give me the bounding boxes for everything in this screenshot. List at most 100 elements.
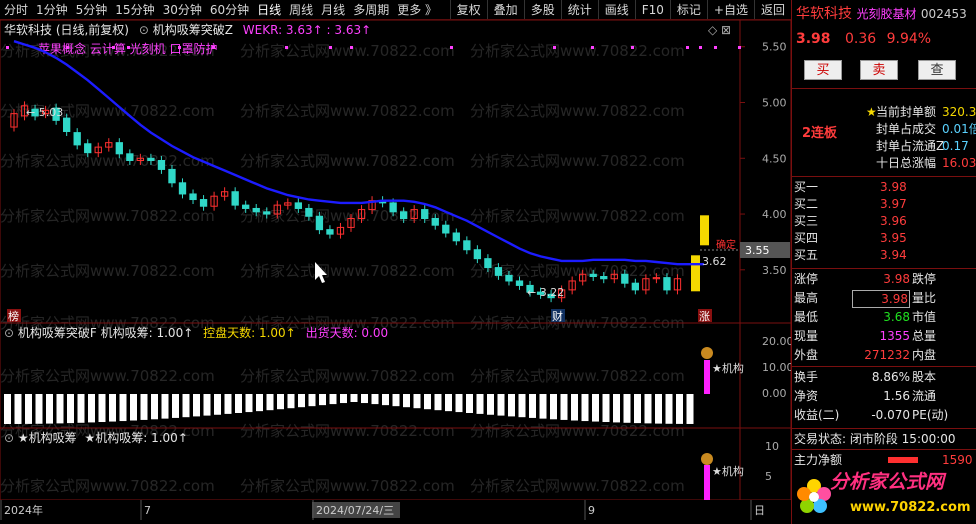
flower-logo-icon — [797, 479, 831, 513]
sub1-bar — [602, 394, 610, 423]
y-tick-label: 4.50 — [762, 152, 787, 165]
sub1-bar — [46, 394, 53, 424]
current-price-label: 3.62 — [702, 255, 727, 268]
stat-label: 外盘 — [794, 348, 819, 362]
sub1-name[interactable]: 机构吸筹突破F — [18, 326, 97, 340]
signal-dot — [738, 46, 741, 49]
candle-body — [421, 209, 429, 219]
stock-name: 华软科技 — [796, 6, 852, 22]
trade-status: 交易状态: 闭市阶段 15:00:00 — [794, 432, 956, 446]
sub1-bar — [88, 394, 95, 423]
query-button[interactable]: 查 — [918, 60, 956, 80]
sub1-bar — [392, 394, 400, 407]
candle-body — [189, 193, 197, 201]
sub1-signal-label: ★机构 — [712, 361, 744, 375]
sub2-header: ⊙ ★机构吸筹 ★机构吸筹: 1.00↑ — [4, 430, 188, 446]
low-price-label: ← 3.22 — [527, 286, 564, 299]
buy-button[interactable]: 买 — [804, 60, 842, 80]
sub1-bar — [665, 394, 673, 424]
sub1-bar — [403, 394, 410, 408]
annotation-label: 榜 — [8, 309, 19, 323]
sub1-bar — [319, 394, 326, 406]
signal-dot — [112, 46, 115, 49]
candle-body — [252, 207, 260, 213]
stat-label: 跌停 — [912, 272, 937, 286]
stat-label: PE(动) — [912, 408, 949, 422]
sub1-bar — [592, 394, 599, 422]
candle-body — [305, 207, 313, 217]
sub1-bar — [235, 394, 242, 413]
sub1-bar — [277, 394, 284, 410]
sub2-collapse-icon[interactable]: ⊙ — [4, 431, 14, 445]
seal-label: 封单占流通Z — [876, 139, 945, 153]
sub1-bar — [413, 394, 421, 409]
sub1-bar — [581, 394, 589, 422]
sub1-bar — [182, 394, 190, 418]
x-axis-label: 2024年 — [4, 503, 43, 517]
signal-dot — [631, 46, 634, 49]
bid-price: 3.96 — [880, 214, 907, 228]
sub1-bar — [266, 394, 274, 411]
sub1-bar — [287, 394, 295, 409]
stat-label: 流通 — [912, 389, 937, 403]
stat-value: 1355 — [879, 329, 910, 343]
candle-body — [84, 143, 92, 154]
sub1-bar — [119, 394, 127, 422]
main-net-value: 1590 — [942, 453, 973, 467]
sell-button[interactable]: 卖 — [860, 60, 898, 80]
signal-short-label: 确定 — [716, 238, 736, 251]
seal-label: 封单占成交 — [876, 122, 937, 136]
sub1-bar — [508, 394, 515, 417]
sub2-signal-bar — [704, 465, 710, 500]
seal-value: 0.01倍 — [942, 122, 976, 136]
sub1-v1: 机构吸筹: 1.00↑ — [100, 326, 194, 340]
sub1-bar — [151, 394, 158, 420]
sub1-bar — [686, 394, 694, 424]
sub1-bar — [382, 394, 389, 406]
seal-label: 当前封单额 — [876, 105, 937, 119]
candle-body — [631, 282, 640, 291]
candle-body — [326, 229, 334, 235]
sub1-bar — [424, 394, 431, 410]
seal-label: 十日总涨幅 — [876, 156, 937, 170]
sub1-v2: 控盘天数: 1.00↑ — [203, 326, 296, 340]
sub2-v1: ★机构吸筹: 1.00↑ — [84, 431, 188, 445]
stock-tag[interactable]: 光刻胶基材 — [856, 7, 916, 21]
sub1-collapse-icon[interactable]: ⊙ — [4, 326, 14, 340]
logo-area: 分析家公式网 www.70822.com — [792, 470, 976, 524]
sub1-bar — [245, 394, 253, 413]
candle-body — [399, 211, 408, 220]
candle-body — [452, 232, 460, 242]
sub1-signal-bar — [704, 360, 710, 394]
signal-dot — [66, 46, 69, 49]
sub1-v3: 出货天数: 0.00 — [305, 326, 389, 340]
main-net-bar — [888, 457, 918, 463]
y-tick-label: 5.50 — [762, 41, 787, 54]
sub1-bar — [623, 394, 631, 423]
seal-value: 320.3 — [942, 105, 976, 119]
star-icon: ★ — [866, 105, 877, 119]
sub1-y-tick: 0.00 — [762, 387, 787, 400]
stat-value: 3.98 — [852, 290, 910, 308]
sub1-bar — [25, 394, 32, 424]
candle-body — [242, 204, 250, 209]
signal-dot — [350, 46, 353, 49]
sub1-bar — [340, 394, 347, 404]
signal-dot — [699, 46, 702, 49]
stat-label: 量比 — [912, 291, 937, 305]
seal-value: 16.03 — [942, 156, 976, 170]
bid-price: 3.98 — [880, 180, 907, 194]
sub2-y-tick: 5 — [765, 470, 772, 483]
sub1-bar — [571, 394, 578, 421]
candle-body — [473, 249, 482, 260]
candle-body — [178, 182, 187, 195]
sub1-bar — [172, 394, 179, 418]
stat-label: 现量 — [794, 329, 819, 343]
sub1-bar — [56, 394, 64, 424]
signal-dot — [329, 46, 332, 49]
stat-label: 股本 — [912, 370, 937, 384]
candle-body — [231, 191, 239, 206]
mouse-cursor-icon — [315, 262, 327, 283]
sub1-bar — [98, 394, 106, 423]
sub2-name[interactable]: ★机构吸筹 — [18, 431, 77, 445]
